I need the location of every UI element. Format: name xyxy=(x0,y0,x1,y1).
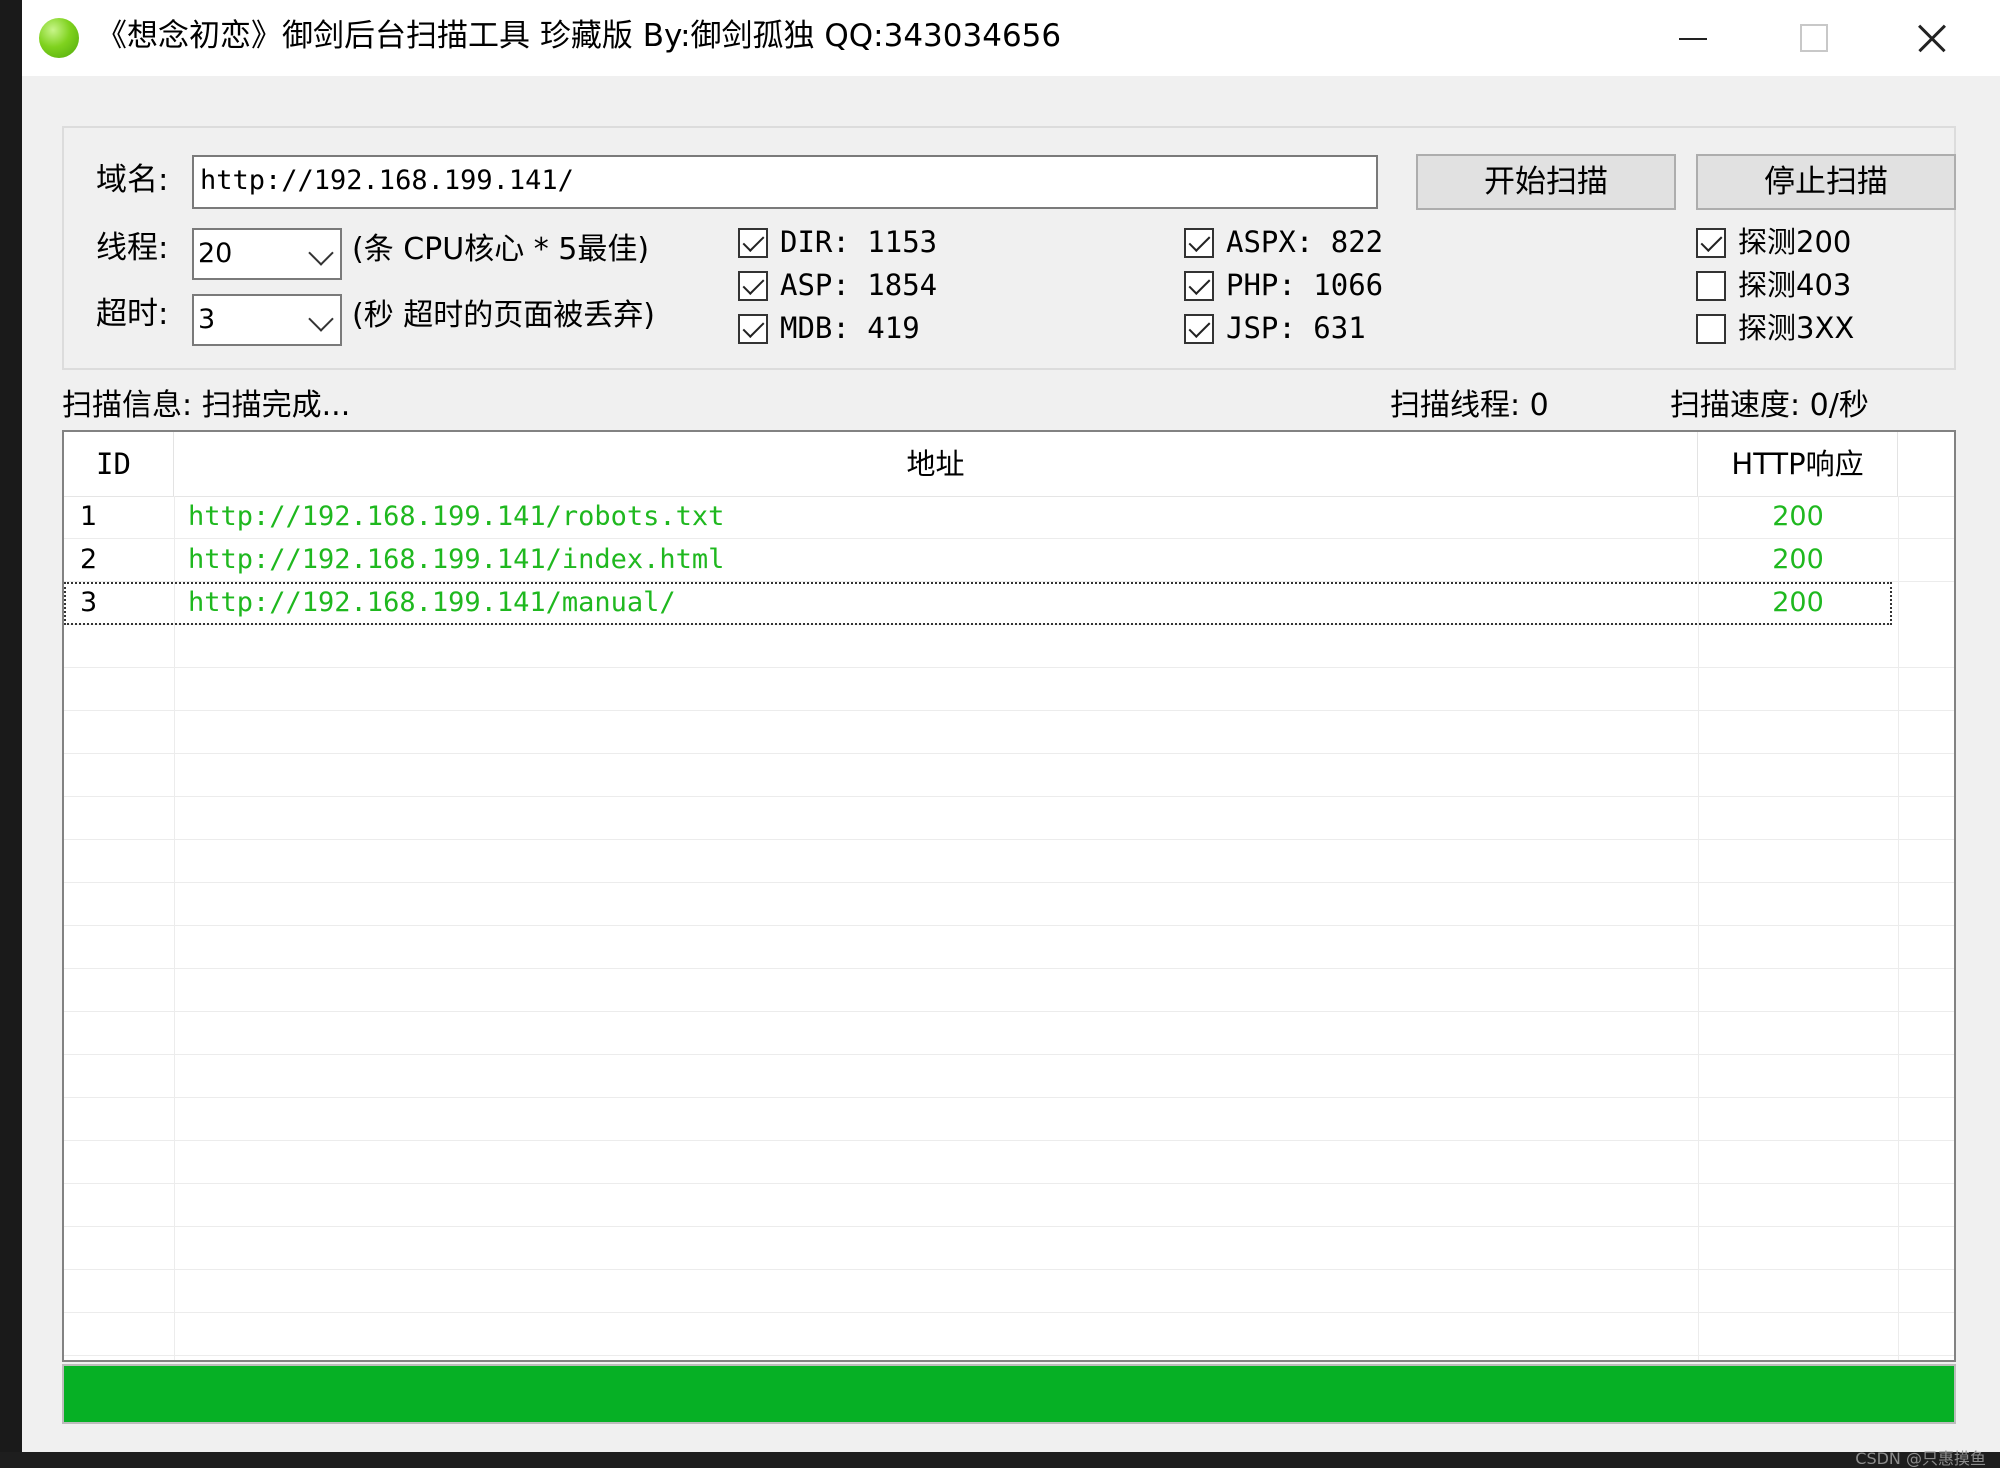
watermark: CSDN @只惠摸鱼 xyxy=(1855,1449,1986,1468)
start-scan-button[interactable]: 开始扫描 xyxy=(1416,154,1676,210)
probe-3xx-checkbox[interactable] xyxy=(1696,314,1726,344)
mdb-label: MDB: 419 xyxy=(780,311,920,345)
probe-200-label: 探测200 xyxy=(1738,225,1852,259)
asp-checkbox[interactable] xyxy=(738,271,768,301)
jsp-label: JSP: 631 xyxy=(1226,311,1366,345)
empty-table-row xyxy=(64,797,1954,840)
scan-speed-status: 扫描速度: 0/秒 xyxy=(1670,388,1869,423)
column-header-id[interactable]: ID xyxy=(64,432,174,496)
column-header-url[interactable]: 地址 xyxy=(174,432,1698,496)
background-editor-strip xyxy=(0,0,22,1467)
threads-label: 线程: xyxy=(96,230,169,266)
table-row[interactable]: 2 http://192.168.199.141/index.html 200 xyxy=(64,539,1954,582)
row-http-code: 200 xyxy=(1772,501,1824,532)
timeout-label: 超时: xyxy=(96,296,169,332)
row-url: http://192.168.199.141/index.html xyxy=(188,544,725,575)
php-label: PHP: 1066 xyxy=(1226,268,1384,302)
empty-table-row xyxy=(64,926,1954,969)
row-url: http://192.168.199.141/manual/ xyxy=(188,587,676,618)
empty-table-row xyxy=(64,1012,1954,1055)
scan-info-status: 扫描信息: 扫描完成... xyxy=(62,388,351,423)
aspx-checkbox[interactable] xyxy=(1184,228,1214,258)
empty-table-row xyxy=(64,1270,1954,1313)
probe-403-label: 探测403 xyxy=(1738,268,1852,302)
empty-table-row xyxy=(64,625,1954,668)
empty-table-row xyxy=(64,840,1954,883)
timeout-hint: (秒 超时的页面被丢弃) xyxy=(352,298,655,333)
settings-group: 域名: http://192.168.199.141/ 开始扫描 停止扫描 线程… xyxy=(62,126,1956,370)
empty-table-row xyxy=(64,1098,1954,1141)
scan-threads-status: 扫描线程: 0 xyxy=(1390,388,1549,423)
window-title: 《想念初恋》御剑后台扫描工具 珍藏版 By:御剑孤独 QQ:343034656 xyxy=(96,18,1062,54)
jsp-checkbox[interactable] xyxy=(1184,314,1214,344)
row-id: 1 xyxy=(80,501,98,532)
row-id: 2 xyxy=(80,544,98,575)
aspx-label: ASPX: 822 xyxy=(1226,225,1384,259)
probe-200-checkbox[interactable] xyxy=(1696,228,1726,258)
asp-label: ASP: 1854 xyxy=(780,268,938,302)
empty-table-row xyxy=(64,1055,1954,1098)
threads-select[interactable]: 20 xyxy=(192,228,342,280)
php-checkbox[interactable] xyxy=(1184,271,1214,301)
chevron-down-icon xyxy=(308,306,334,332)
stop-scan-button[interactable]: 停止扫描 xyxy=(1696,154,1956,210)
empty-table-row xyxy=(64,754,1954,797)
column-header-http[interactable]: HTTP响应 xyxy=(1698,432,1898,496)
row-http-code: 200 xyxy=(1772,587,1824,618)
mdb-checkbox[interactable] xyxy=(738,314,768,344)
empty-table-row xyxy=(64,1227,1954,1270)
maximize-button[interactable] xyxy=(1782,12,1842,64)
background-bottom-strip xyxy=(0,1452,2000,1467)
chevron-down-icon xyxy=(308,240,334,266)
domain-label: 域名: xyxy=(96,162,169,198)
probe-3xx-label: 探测3XX xyxy=(1738,311,1855,345)
threads-hint: (条 CPU核心 * 5最佳) xyxy=(352,232,650,267)
scan-progress-bar xyxy=(62,1364,1956,1424)
dir-checkbox[interactable] xyxy=(738,228,768,258)
minimize-button[interactable] xyxy=(1662,12,1722,64)
title-bar[interactable]: 《想念初恋》御剑后台扫描工具 珍藏版 By:御剑孤独 QQ:343034656 xyxy=(22,0,2000,76)
column-divider xyxy=(174,496,175,1360)
dir-label: DIR: 1153 xyxy=(780,225,938,259)
empty-table-row xyxy=(64,969,1954,1012)
timeout-value: 3 xyxy=(198,304,216,335)
empty-table-row xyxy=(64,711,1954,754)
probe-403-checkbox[interactable] xyxy=(1696,271,1726,301)
timeout-select[interactable]: 3 xyxy=(192,294,342,346)
column-divider xyxy=(1898,496,1899,1360)
empty-table-row xyxy=(64,1184,1954,1227)
empty-table-row xyxy=(64,883,1954,926)
app-window: 《想念初恋》御剑后台扫描工具 珍藏版 By:御剑孤独 QQ:343034656 … xyxy=(22,0,2000,1452)
row-http-code: 200 xyxy=(1772,544,1824,575)
threads-value: 20 xyxy=(198,238,233,269)
table-header: ID 地址 HTTP响应 xyxy=(64,432,1954,497)
row-id: 3 xyxy=(80,587,98,618)
row-url: http://192.168.199.141/robots.txt xyxy=(188,501,725,532)
empty-table-row xyxy=(64,668,1954,711)
domain-input[interactable]: http://192.168.199.141/ xyxy=(192,155,1378,209)
empty-table-row xyxy=(64,1313,1954,1356)
close-button[interactable] xyxy=(1902,12,1962,64)
column-divider xyxy=(1698,496,1699,1360)
empty-table-row xyxy=(64,1141,1954,1184)
progress-fill xyxy=(64,1366,1954,1422)
app-icon xyxy=(39,18,79,58)
table-row[interactable]: 3 http://192.168.199.141/manual/200 xyxy=(64,582,1892,625)
results-table[interactable]: ID 地址 HTTP响应 1 http://192.168.199.141/rob… xyxy=(62,430,1956,1362)
table-row[interactable]: 1 http://192.168.199.141/robots.txt 200 xyxy=(64,496,1954,539)
